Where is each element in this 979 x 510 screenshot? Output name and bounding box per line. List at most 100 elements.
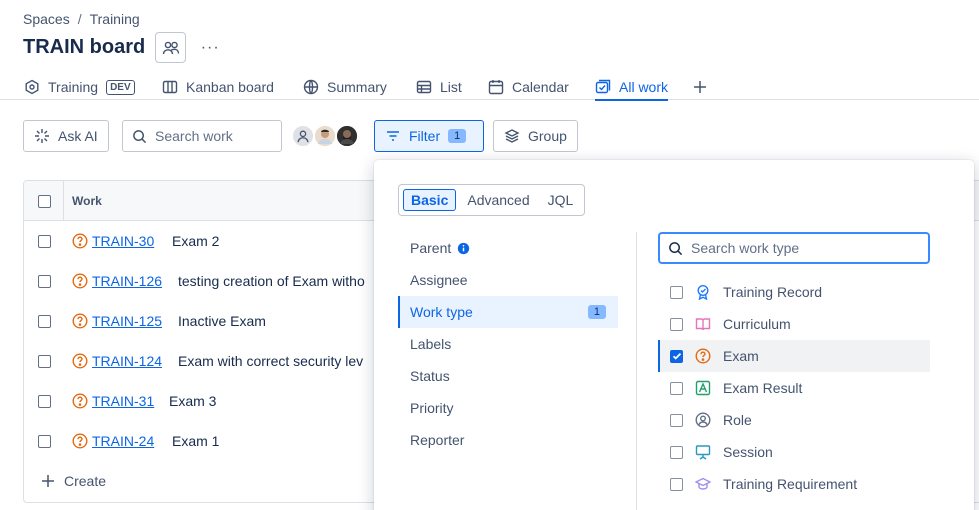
filter-label: Filter: [409, 128, 441, 144]
tab-list[interactable]: List: [416, 74, 462, 100]
tab-calendar[interactable]: Calendar: [488, 74, 569, 100]
option-training-requirement[interactable]: Training Requirement: [658, 468, 930, 500]
globe-icon: [303, 79, 319, 95]
work-key-link[interactable]: TRAIN-31: [92, 393, 154, 409]
add-view-button[interactable]: [692, 74, 708, 100]
work-key-link[interactable]: TRAIN-124: [92, 353, 162, 369]
list-icon: [416, 80, 432, 94]
field-status[interactable]: Status: [398, 360, 618, 392]
option-checkbox[interactable]: [670, 477, 683, 491]
row-checkbox[interactable]: [38, 315, 51, 328]
option-exam[interactable]: Exam: [658, 340, 930, 372]
more-actions-button[interactable]: ···: [196, 34, 224, 62]
checkmark-icon: [672, 352, 681, 360]
work-summary[interactable]: Exam with correct security lev: [178, 353, 363, 369]
search-placeholder: Search work type: [691, 240, 800, 256]
select-all-cell: [24, 181, 64, 221]
work-summary[interactable]: Exam 3: [169, 393, 216, 409]
option-checkbox[interactable]: [670, 413, 683, 427]
mode-advanced[interactable]: Advanced: [460, 190, 536, 210]
search-icon: [133, 129, 147, 143]
work-key-link[interactable]: TRAIN-30: [92, 233, 154, 249]
option-checkbox[interactable]: [670, 317, 683, 331]
row-checkbox[interactable]: [38, 355, 51, 368]
user-photo-icon: [337, 126, 357, 146]
breadcrumb: Spaces / Training: [23, 11, 140, 27]
question-icon: [72, 313, 88, 329]
board-icon: [162, 80, 178, 94]
info-icon: [458, 242, 470, 254]
ask-ai-button[interactable]: Ask AI: [23, 120, 109, 152]
search-work-type-input[interactable]: Search work type: [658, 232, 930, 264]
avatar-user-1[interactable]: [313, 124, 337, 148]
field-label: Priority: [410, 400, 454, 416]
question-icon: [72, 393, 88, 409]
filter-field-list: Parent Assignee Work type 1 Labels Statu…: [398, 232, 618, 456]
field-label: Work type: [410, 304, 473, 320]
question-icon: [72, 233, 88, 249]
layers-icon: [504, 129, 520, 143]
work-summary[interactable]: Inactive Exam: [178, 313, 266, 329]
tab-all-work[interactable]: All work: [595, 74, 669, 101]
option-exam-result[interactable]: Exam Result: [658, 372, 930, 404]
work-summary[interactable]: Exam 2: [172, 233, 219, 249]
presentation-icon: [695, 445, 711, 460]
option-label: Session: [723, 444, 773, 460]
select-all-checkbox[interactable]: [38, 195, 51, 208]
option-checkbox[interactable]: [670, 381, 683, 395]
row-checkbox[interactable]: [38, 435, 51, 448]
hexagon-icon: [25, 79, 39, 95]
field-parent[interactable]: Parent: [398, 232, 618, 264]
row-checkbox[interactable]: [38, 395, 51, 408]
user-photo-icon: [315, 126, 335, 146]
filter-count-badge: 1: [448, 129, 467, 143]
option-role[interactable]: Role: [658, 404, 930, 436]
option-checkbox[interactable]: [670, 285, 683, 299]
work-key-link[interactable]: TRAIN-24: [92, 433, 154, 449]
mode-basic[interactable]: Basic: [403, 189, 457, 211]
row-checkbox[interactable]: [38, 275, 51, 288]
mode-jql[interactable]: JQL: [541, 190, 581, 210]
field-label: Parent: [410, 240, 452, 256]
book-icon: [695, 318, 711, 331]
option-label: Exam Result: [723, 380, 803, 396]
option-checkbox-checked[interactable]: [670, 349, 683, 363]
work-summary[interactable]: Exam 1: [172, 433, 219, 449]
option-curriculum[interactable]: Curriculum: [658, 308, 930, 340]
work-summary[interactable]: testing creation of Exam witho: [178, 273, 365, 289]
field-priority[interactable]: Priority: [398, 392, 618, 424]
field-labels[interactable]: Labels: [398, 328, 618, 360]
team-button[interactable]: [155, 32, 187, 63]
column-header-work[interactable]: Work: [72, 194, 102, 208]
field-label: Labels: [410, 336, 452, 352]
breadcrumb-spaces[interactable]: Spaces: [23, 11, 70, 27]
tab-summary[interactable]: Summary: [303, 74, 387, 100]
work-key-link[interactable]: TRAIN-125: [92, 313, 162, 329]
toolbar: Ask AI Search work Filter 1 Group: [0, 120, 979, 152]
all-work-icon: [595, 79, 611, 94]
avatar-user-2[interactable]: [335, 124, 359, 148]
option-label: Curriculum: [723, 316, 791, 332]
tab-training[interactable]: Training DEV: [24, 74, 135, 100]
badge-icon: [697, 284, 709, 300]
tab-label: Training: [48, 79, 99, 95]
field-work-type[interactable]: Work type 1: [398, 296, 618, 328]
question-icon: [72, 273, 88, 289]
avatar-unassigned[interactable]: [291, 124, 315, 148]
result-icon: [695, 380, 711, 396]
field-reporter[interactable]: Reporter: [398, 424, 618, 456]
breadcrumb-training[interactable]: Training: [90, 11, 140, 27]
person-icon: [695, 412, 711, 428]
tab-kanban-board[interactable]: Kanban board: [162, 74, 274, 100]
graduation-cap-icon: [695, 477, 711, 490]
create-button[interactable]: Create: [40, 473, 106, 489]
group-button[interactable]: Group: [493, 120, 578, 152]
search-work-input[interactable]: Search work: [122, 120, 282, 152]
filter-button[interactable]: Filter 1: [374, 120, 484, 152]
option-checkbox[interactable]: [670, 445, 683, 459]
work-key-link[interactable]: TRAIN-126: [92, 273, 162, 289]
option-session[interactable]: Session: [658, 436, 930, 468]
field-assignee[interactable]: Assignee: [398, 264, 618, 296]
option-training-record[interactable]: Training Record: [658, 276, 930, 308]
row-checkbox[interactable]: [38, 235, 51, 248]
